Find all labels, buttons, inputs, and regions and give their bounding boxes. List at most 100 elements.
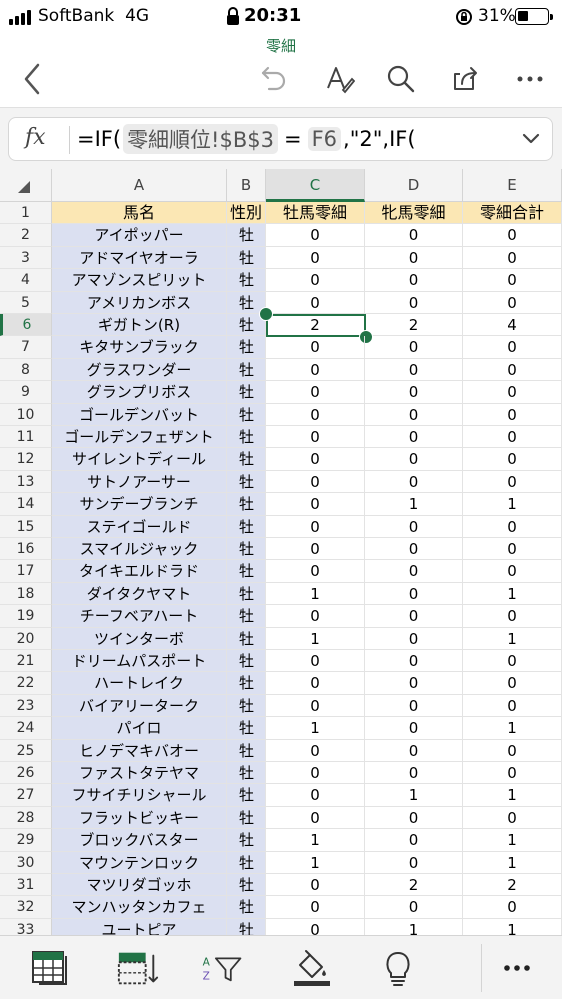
row-number[interactable]: 4	[0, 269, 52, 292]
stallion-count-cell[interactable]: 1	[266, 582, 365, 606]
search-button[interactable]	[381, 59, 421, 99]
row-number[interactable]: 9	[0, 381, 52, 404]
stallion-count-cell[interactable]: 0	[266, 246, 365, 270]
stallion-count-cell[interactable]: 1	[266, 717, 365, 740]
sex-cell[interactable]: 牡	[227, 851, 266, 874]
total-count-cell[interactable]: 0	[463, 538, 562, 561]
horse-name-cell[interactable]: ゴールデンフェザント	[52, 426, 227, 449]
mare-count-cell[interactable]: 0	[365, 381, 463, 404]
sort-filter-button[interactable]: AZ	[200, 948, 244, 988]
row-number[interactable]: 21	[0, 650, 52, 673]
sex-cell[interactable]: 牡	[227, 426, 266, 449]
mare-count-cell[interactable]: 2	[365, 314, 463, 337]
total-count-cell[interactable]: 1	[463, 717, 562, 740]
horse-name-cell[interactable]: フサイチリシャール	[52, 784, 227, 807]
row-number[interactable]: 11	[0, 426, 52, 449]
row-number[interactable]: 23	[0, 694, 52, 718]
total-count-cell[interactable]: 0	[463, 515, 562, 538]
sex-cell[interactable]: 牡	[227, 829, 266, 852]
mare-count-cell[interactable]: 0	[365, 806, 463, 830]
horse-name-cell[interactable]: ファストタテヤマ	[52, 762, 227, 785]
stallion-count-cell[interactable]: 0	[266, 694, 365, 718]
mare-count-cell[interactable]: 0	[365, 694, 463, 718]
sex-cell[interactable]: 牡	[227, 560, 266, 583]
column-header-c[interactable]: C	[266, 169, 365, 202]
sex-cell[interactable]: 牡	[227, 694, 266, 718]
row-number[interactable]: 16	[0, 538, 52, 561]
total-count-cell[interactable]: 0	[463, 739, 562, 762]
stallion-count-cell[interactable]: 0	[266, 269, 365, 292]
row-number[interactable]: 31	[0, 874, 52, 897]
sheets-button[interactable]	[30, 948, 74, 988]
total-count-cell[interactable]: 0	[463, 426, 562, 449]
sex-cell[interactable]: 牡	[227, 784, 266, 807]
total-count-cell[interactable]: 0	[463, 336, 562, 359]
mare-count-cell[interactable]: 0	[365, 246, 463, 270]
sex-cell[interactable]: 牡	[227, 739, 266, 762]
horse-name-cell[interactable]: サトノアーサー	[52, 470, 227, 494]
mare-count-cell[interactable]: 0	[365, 762, 463, 785]
stallion-count-cell[interactable]: 0	[266, 560, 365, 583]
row-number[interactable]: 12	[0, 448, 52, 471]
sex-cell[interactable]: 牡	[227, 403, 266, 426]
horse-name-cell[interactable]: バイアリーターク	[52, 694, 227, 718]
sex-cell[interactable]: 牡	[227, 381, 266, 404]
stallion-count-cell[interactable]: 0	[266, 224, 365, 247]
total-count-cell[interactable]: 0	[463, 403, 562, 426]
row-number[interactable]: 22	[0, 672, 52, 695]
total-count-cell[interactable]: 0	[463, 896, 562, 919]
stallion-count-cell[interactable]: 0	[266, 762, 365, 785]
horse-name-cell[interactable]: グラスワンダー	[52, 358, 227, 382]
sex-cell[interactable]: 牡	[227, 358, 266, 382]
horse-name-cell[interactable]: マンハッタンカフェ	[52, 896, 227, 919]
formula-bar[interactable]: fx =IF( 零細順位!$B$3 = F6 ,"2",IF(	[8, 117, 553, 161]
row-number[interactable]: 7	[0, 336, 52, 359]
mare-count-cell[interactable]: 0	[365, 739, 463, 762]
document-title[interactable]: 零細	[0, 35, 562, 56]
row-number[interactable]: 15	[0, 515, 52, 538]
row-number[interactable]: 5	[0, 291, 52, 314]
column-header-a[interactable]: A	[52, 169, 227, 202]
sex-cell[interactable]: 牡	[227, 493, 266, 516]
undo-button[interactable]	[254, 59, 294, 99]
horse-name-cell[interactable]: サイレントディール	[52, 448, 227, 471]
stallion-count-cell[interactable]: 1	[266, 851, 365, 874]
sex-cell[interactable]: 牡	[227, 874, 266, 897]
header-cell[interactable]: 牡馬零細	[266, 202, 365, 225]
mare-count-cell[interactable]: 1	[365, 493, 463, 516]
mare-count-cell[interactable]: 0	[365, 403, 463, 426]
mare-count-cell[interactable]: 2	[365, 874, 463, 897]
row-number[interactable]: 30	[0, 851, 52, 874]
mare-count-cell[interactable]: 0	[365, 605, 463, 628]
mare-count-cell[interactable]: 0	[365, 650, 463, 673]
sex-cell[interactable]: 牡	[227, 762, 266, 785]
stallion-count-cell[interactable]: 0	[266, 739, 365, 762]
total-count-cell[interactable]: 0	[463, 246, 562, 270]
mare-count-cell[interactable]: 0	[365, 582, 463, 606]
mare-count-cell[interactable]: 0	[365, 291, 463, 314]
mare-count-cell[interactable]: 0	[365, 538, 463, 561]
horse-name-cell[interactable]: ハートレイク	[52, 672, 227, 695]
row-number[interactable]: 13	[0, 470, 52, 494]
sex-cell[interactable]: 牡	[227, 269, 266, 292]
selection-start-handle[interactable]	[259, 307, 273, 321]
stallion-count-cell[interactable]: 2	[266, 314, 365, 337]
horse-name-cell[interactable]: ゴールデンバット	[52, 403, 227, 426]
sex-cell[interactable]: 牡	[227, 806, 266, 830]
mare-count-cell[interactable]: 0	[365, 717, 463, 740]
header-cell[interactable]: 牝馬零細	[365, 202, 463, 225]
row-number[interactable]: 18	[0, 582, 52, 606]
horse-name-cell[interactable]: マウンテンロック	[52, 851, 227, 874]
stallion-count-cell[interactable]: 0	[266, 784, 365, 807]
horse-name-cell[interactable]: ギガトン(R)	[52, 314, 227, 337]
horse-name-cell[interactable]: ドリームパスポート	[52, 650, 227, 673]
column-header-d[interactable]: D	[365, 169, 463, 202]
total-count-cell[interactable]: 1	[463, 493, 562, 516]
horse-name-cell[interactable]: フラットビッキー	[52, 806, 227, 830]
total-count-cell[interactable]: 0	[463, 470, 562, 494]
stallion-count-cell[interactable]: 0	[266, 448, 365, 471]
column-header-e[interactable]: E	[463, 169, 562, 202]
mare-count-cell[interactable]: 0	[365, 336, 463, 359]
bottom-more-button[interactable]	[495, 948, 539, 988]
horse-name-cell[interactable]: スマイルジャック	[52, 538, 227, 561]
